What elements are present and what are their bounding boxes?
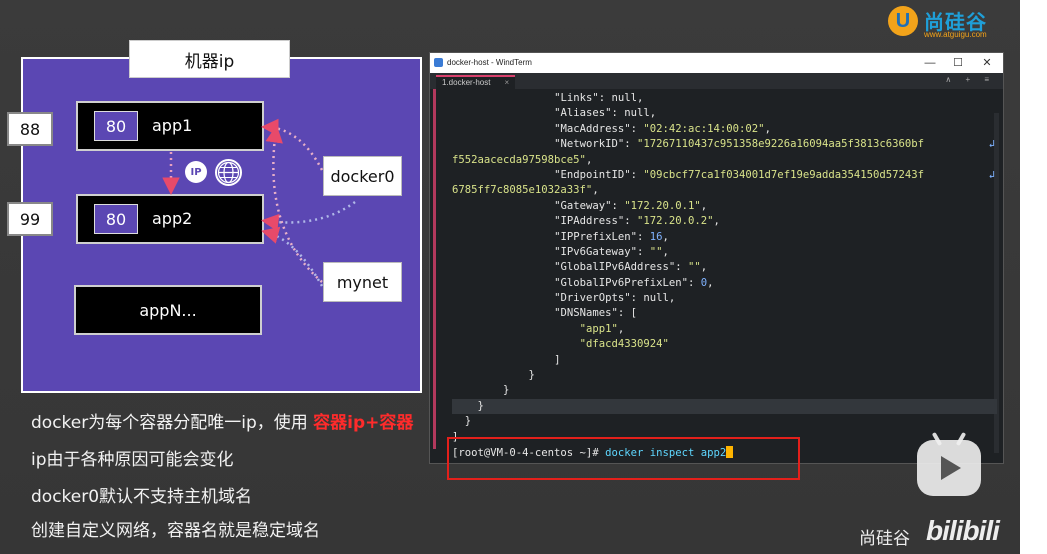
wrap-indicator-icon: ↲	[988, 168, 995, 181]
terminal-line: "DNSNames": [	[554, 307, 637, 320]
mynet-network: mynet	[323, 262, 402, 302]
bullet-1-text: docker为每个容器分配唯一ip，使用	[31, 413, 314, 433]
bullet-1-highlight: 容器ip+容器	[313, 413, 414, 433]
terminal-line: f552aacecda97598bce5",	[452, 153, 593, 166]
ip-location-icon: IP	[185, 161, 207, 183]
terminal-line: "DriverOpts": null,	[554, 292, 676, 305]
terminal-line: }	[452, 398, 997, 415]
atguigu-logo: U 尚硅谷 www.atguigu.com	[888, 6, 1018, 40]
globe-icon	[215, 159, 242, 186]
text-cursor	[726, 445, 734, 458]
host-port-99: 99	[7, 202, 53, 236]
bullet-4: 创建自定义网络，容器名就是稳定域名	[31, 521, 320, 541]
app1-label: app1	[152, 116, 193, 135]
bullet-3: docker0默认不支持主机域名	[31, 487, 253, 507]
terminal-line: "MacAddress": "02:42:ac:14:00:02",	[554, 122, 771, 135]
footer-brand: 尚硅谷	[859, 529, 910, 549]
tab-close-icon[interactable]: ×	[504, 78, 509, 87]
appN-container: appN...	[74, 285, 262, 335]
terminal-line: "GlobalIPv6PrefixLen": 0,	[554, 276, 714, 289]
minimize-button[interactable]: —	[916, 54, 944, 72]
terminal-line: "dfacd4330924"	[579, 338, 669, 351]
terminal-line: "IPAddress": "172.20.0.2",	[554, 215, 720, 228]
right-edge-strip	[1020, 0, 1047, 554]
terminal-line: ]	[554, 353, 561, 366]
terminal-line: "NetworkID": "17267110437c951358e9226a16…	[452, 137, 997, 152]
shell-prompt: [root@VM-0-4-centos ~]#	[452, 446, 599, 459]
terminal-prompt-line[interactable]: [root@VM-0-4-centos ~]# docker inspect a…	[452, 445, 997, 461]
app2-port: 80	[94, 204, 138, 234]
terminal-line: }	[528, 369, 535, 382]
close-button[interactable]: ✕	[973, 54, 1001, 72]
terminal-line: "EndpointID": "09cbcf77ca1f034001d7ef19e…	[452, 168, 997, 183]
tab-tools[interactable]: ∧ + ≡	[945, 75, 995, 84]
terminal-tabbar: 1.docker-host × ∧ + ≡	[430, 73, 1003, 89]
host-port-88: 88	[7, 112, 53, 146]
play-icon	[941, 456, 961, 480]
terminal-line: "Links": null,	[554, 92, 644, 104]
typed-command: docker inspect app2	[605, 446, 727, 459]
terminal-window-title: docker-host - WindTerm	[447, 58, 532, 67]
app2-label: app2	[152, 209, 193, 228]
app1-port: 80	[94, 111, 138, 141]
tab-docker-host[interactable]: 1.docker-host ×	[436, 75, 516, 89]
wrap-indicator-icon: ↲	[988, 138, 995, 151]
terminal-line: "Gateway": "172.20.0.1",	[554, 199, 708, 212]
terminal-output[interactable]: "Links": null, "Aliases": null, "MacAddr…	[452, 91, 997, 461]
terminal-line: "IPv6Gateway": "",	[554, 245, 669, 258]
terminal-titlebar[interactable]: docker-host - WindTerm — ☐ ✕	[430, 53, 1003, 73]
bilibili-logo: bilibili	[926, 515, 1000, 546]
bullet-1: docker为每个容器分配唯一ip，使用 容器ip+容器	[31, 408, 413, 433]
tab-label: 1.docker-host	[442, 78, 491, 87]
terminal-line: "GlobalIPv6Address": "",	[554, 261, 708, 274]
terminal-line: ]	[452, 430, 459, 443]
logo-url: www.atguigu.com	[924, 30, 987, 39]
terminal-gutter	[433, 89, 436, 449]
terminal-line: "Aliases": null,	[554, 107, 657, 120]
maximize-button[interactable]: ☐	[944, 54, 972, 72]
windterm-window: docker-host - WindTerm — ☐ ✕ 1.docker-ho…	[429, 52, 1004, 464]
app2-container: 80 app2	[76, 194, 264, 244]
terminal-line: }	[464, 415, 472, 428]
terminal-line: "app1",	[579, 322, 625, 335]
docker0-network: docker0	[323, 156, 402, 196]
terminal-line: }	[503, 384, 510, 397]
app1-container: 80 app1	[76, 101, 264, 151]
play-button[interactable]	[917, 431, 981, 496]
terminal-line: 6785ff7c8085e1032a33f",	[452, 184, 599, 197]
terminal-line: "IPPrefixLen": 16,	[554, 230, 669, 243]
windterm-app-icon	[434, 58, 443, 67]
bullet-2: ip由于各种原因可能会变化	[31, 450, 234, 470]
logo-mark-icon: U	[888, 6, 918, 36]
machine-ip-title: 机器ip	[129, 40, 290, 78]
